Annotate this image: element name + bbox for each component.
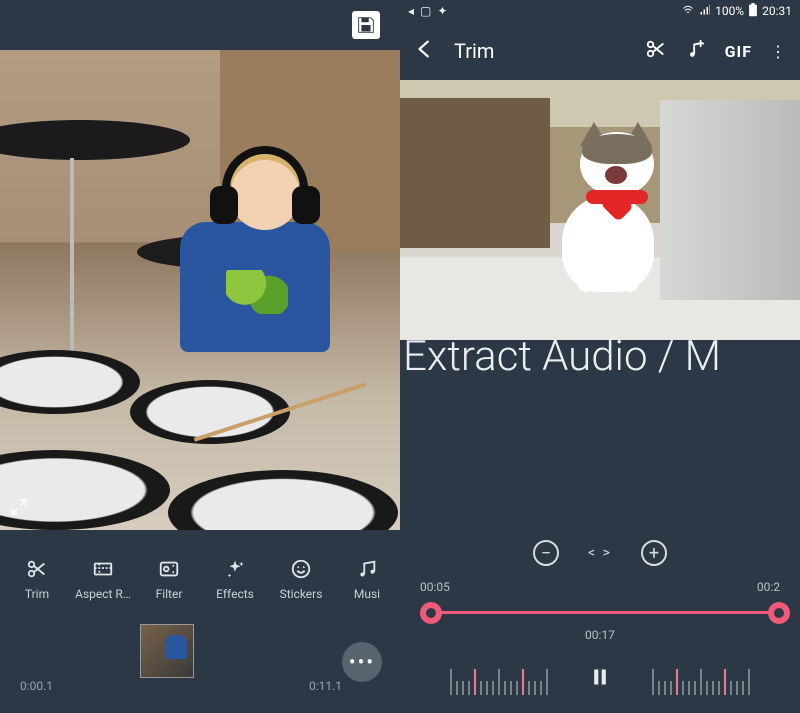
signal-icon [699,4,711,19]
trim-slider: 00:05 00:2 [400,580,800,628]
scissors-icon [26,557,48,581]
preview-frame [400,80,800,340]
battery-text: 100% [715,4,744,18]
scrub-ticks-right[interactable] [652,665,750,695]
tool-aspect[interactable]: Aspect R… [70,557,136,601]
status-app-icon: ◂ [408,4,414,18]
trim-screen-right: ◂ ▢ ✦ 100% 20:31 Trim GIF [400,0,800,713]
trim-handle-start[interactable] [420,602,442,624]
battery-icon [748,3,758,20]
filter-icon [158,557,180,581]
clock-text: 20:31 [762,4,792,18]
music-icon [356,557,378,581]
tool-tray: Trim Aspect R… Filter Effects Stickers M… [0,530,400,620]
screen-title: Trim [454,39,627,63]
trim-start-time: 00:05 [420,580,450,594]
status-bar: ◂ ▢ ✦ 100% 20:31 [400,0,800,22]
timeline-end: 0:11.1 [309,679,342,693]
video-preview-left[interactable] [0,50,400,530]
tool-label: Stickers [280,587,323,601]
zoom-controls: − < > + [400,540,800,566]
trim-handle-end[interactable] [768,602,790,624]
tool-label: Filter [156,587,183,601]
tool-stickers[interactable]: Stickers [268,557,334,601]
timeline-start: 0:00.1 [20,679,53,693]
more-button[interactable]: ••• [342,642,382,682]
video-preview-right[interactable] [400,80,800,340]
wifi-icon [681,4,695,19]
cut-button[interactable] [645,38,667,64]
add-music-button[interactable] [685,38,707,64]
scrub-ticks-left[interactable] [450,665,548,695]
pause-button[interactable] [590,666,610,694]
tool-music[interactable]: Musi [334,557,400,601]
tool-label: Effects [216,587,254,601]
editor-screen-left: Trim Aspect R… Filter Effects Stickers M… [0,0,400,713]
clip-thumbnail[interactable] [140,624,194,678]
more-button[interactable]: ⋮ [770,42,786,61]
trim-end-time: 00:2 [757,580,780,594]
save-button[interactable] [352,11,380,39]
preview-frame [0,50,400,530]
tool-label: Musi [354,587,380,601]
smile-icon [290,557,312,581]
aspect-icon [92,557,114,581]
scrub-bar [400,650,800,710]
clip-strip: 0:00.1 0:11.1 ••• [0,620,400,713]
zoom-reset-button[interactable]: < > [587,540,613,566]
tool-effects[interactable]: Effects [202,557,268,601]
left-topbar [0,0,400,50]
expand-icon[interactable] [10,498,28,520]
right-topbar: Trim GIF ⋮ [400,22,800,80]
sparkle-icon [224,557,246,581]
zoom-in-button[interactable]: + [641,540,667,566]
back-button[interactable] [414,38,436,64]
tool-label: Aspect R… [75,587,131,601]
status-app-icon: ▢ [420,4,431,18]
tool-label: Trim [25,587,49,601]
trim-playhead-time: 00:17 [400,628,800,642]
tool-filter[interactable]: Filter [136,557,202,601]
trim-track[interactable] [414,598,786,628]
gif-button[interactable]: GIF [725,42,752,61]
zoom-out-button[interactable]: − [533,540,559,566]
overlay-caption: Extract Audio / M [400,332,800,381]
tool-trim[interactable]: Trim [4,557,70,601]
status-app-icon: ✦ [437,4,447,18]
